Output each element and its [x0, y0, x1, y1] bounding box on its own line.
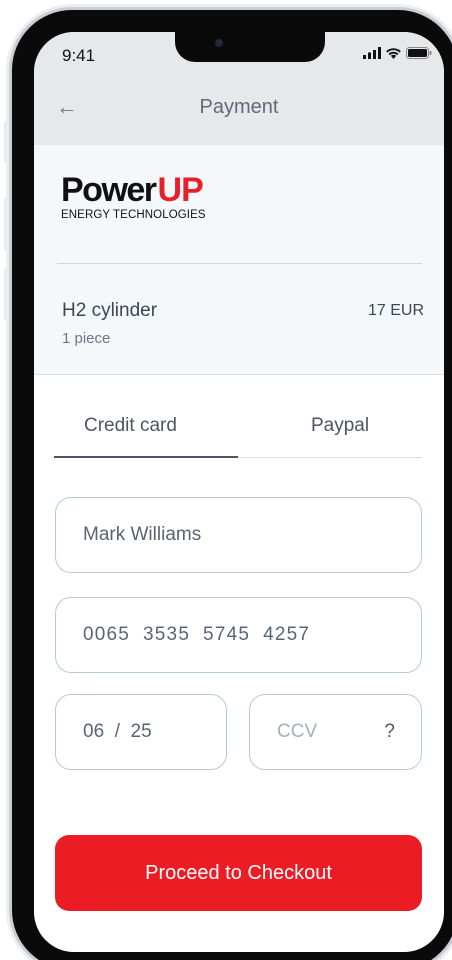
ccv-help-icon[interactable]: ?: [384, 721, 395, 743]
status-time: 9:41: [62, 46, 96, 65]
tab-paypal[interactable]: Paypal: [311, 415, 369, 437]
proceed-to-checkout-button[interactable]: Proceed to Checkout: [55, 835, 422, 911]
checkout-button-label: Proceed to Checkout: [145, 861, 332, 884]
order-summary: Power UP ENERGY TECHNOLOGIES H2 cylinder…: [34, 145, 444, 375]
battery-icon: [406, 46, 432, 64]
ccv-placeholder: CCV: [277, 721, 318, 742]
card-number-value: 0065 3535 5745 4257: [83, 624, 311, 645]
logo-wordmark: Power: [61, 171, 157, 209]
ccv-input[interactable]: CCV ?: [249, 694, 422, 770]
card-number-input[interactable]: 0065 3535 5745 4257: [55, 597, 422, 673]
wifi-icon: [385, 46, 402, 64]
device-mockup: 9:41 ← Payment Power UP ENERGY TECHNOLOG…: [0, 0, 452, 960]
notch: [175, 32, 325, 62]
status-icons: [363, 46, 432, 64]
logo-accent: UP: [157, 171, 204, 209]
product-quantity: 1 piece: [62, 330, 111, 347]
expiry-date-value: 06 / 25: [83, 721, 152, 742]
cardholder-name-value: Mark Williams: [83, 524, 202, 545]
logo-tagline: ENERGY TECHNOLOGIES: [61, 209, 206, 221]
divider: [57, 263, 422, 264]
camera-icon: [215, 39, 223, 47]
product-name: H2 cylinder: [62, 300, 158, 321]
signal-icon: [363, 46, 381, 64]
powerup-logo: Power UP ENERGY TECHNOLOGIES: [61, 173, 206, 221]
tab-credit-card[interactable]: Credit card: [84, 415, 177, 437]
cardholder-name-input[interactable]: Mark Williams: [55, 497, 422, 573]
page-title: Payment: [199, 96, 279, 118]
phone-screen: 9:41 ← Payment Power UP ENERGY TECHNOLOG…: [34, 32, 444, 952]
expiry-date-input[interactable]: 06 / 25: [55, 694, 227, 770]
tab-active-indicator: [54, 456, 238, 458]
phone-frame: 9:41 ← Payment Power UP ENERGY TECHNOLOG…: [12, 10, 452, 960]
product-price: 17 EUR: [367, 302, 424, 319]
